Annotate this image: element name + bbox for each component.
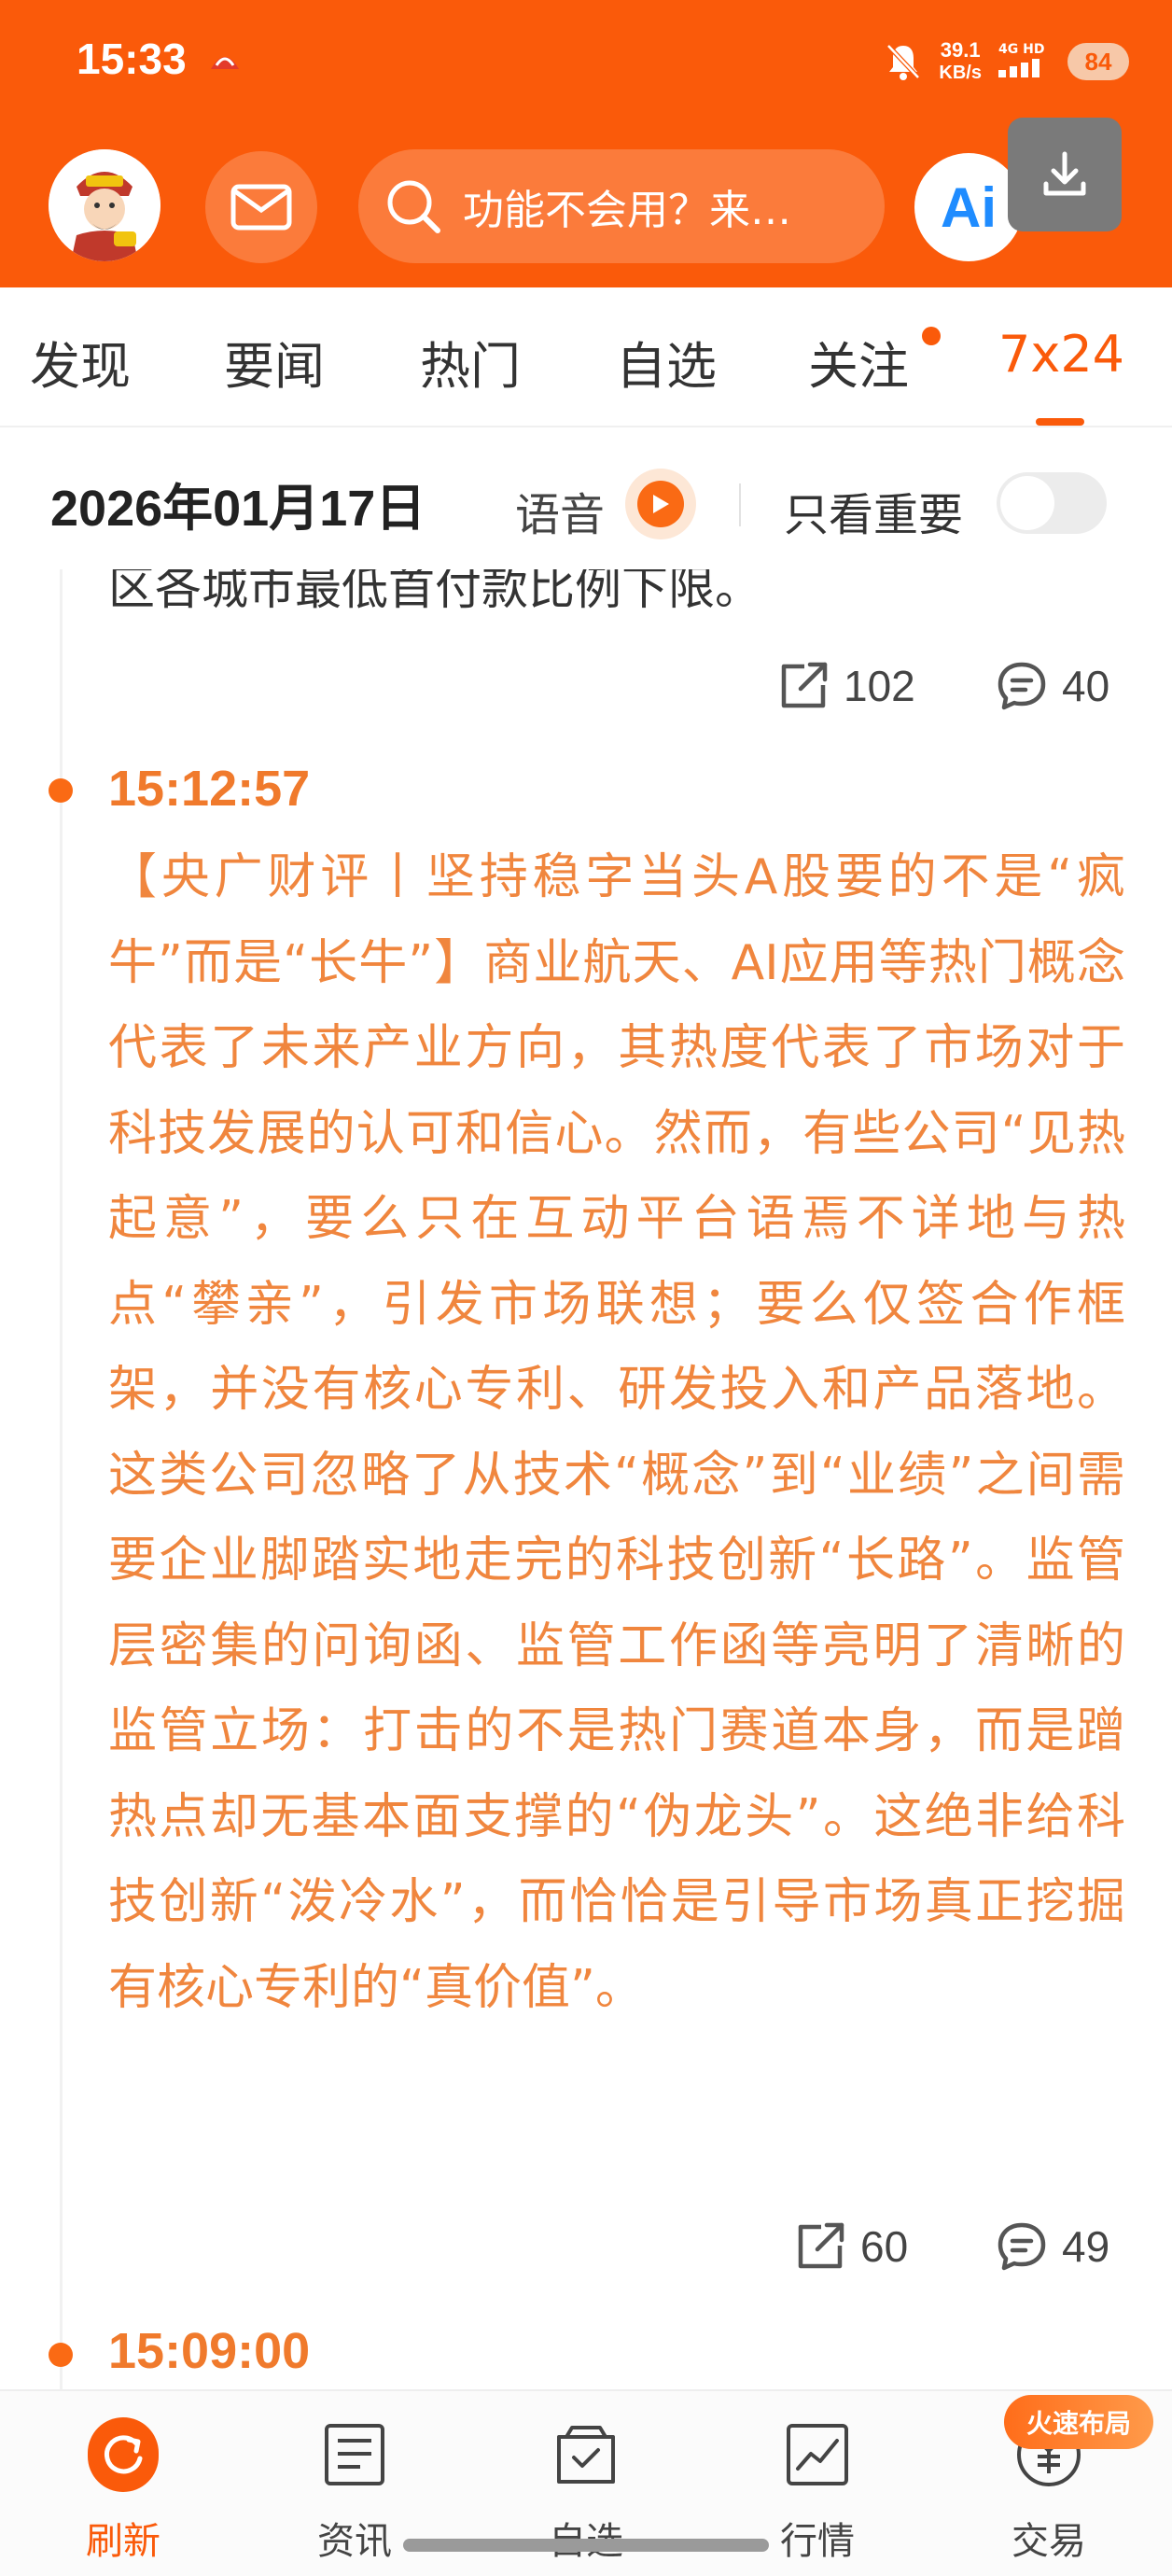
- tab-hot[interactable]: 热门: [420, 325, 521, 399]
- ai-label: Ai: [941, 175, 997, 239]
- network-speed: 39.1 KB/s: [939, 39, 982, 84]
- news-share-action[interactable]: 60: [793, 2219, 908, 2274]
- notification-app-icon: [211, 57, 239, 69]
- nav-market[interactable]: 行情: [752, 2419, 883, 2565]
- download-button[interactable]: [1008, 118, 1122, 231]
- ai-assistant-button[interactable]: Ai: [914, 153, 1023, 261]
- comment-icon: [998, 662, 1046, 710]
- home-indicator[interactable]: [403, 2539, 769, 2552]
- speed-unit: KB/s: [939, 63, 982, 83]
- share-count: 102: [844, 662, 915, 710]
- search-placeholder: 功能不会用？来…: [463, 187, 791, 234]
- date-bar: 2026年01月17日 语音 只看重要: [0, 429, 1172, 569]
- search-icon: [387, 180, 440, 233]
- status-time: 15:33: [77, 35, 187, 83]
- share-icon: [781, 662, 828, 708]
- play-icon: [653, 495, 669, 513]
- previous-item-text: 区各城市最低首付款比例下限。: [108, 569, 761, 615]
- timeline-line: [60, 569, 63, 2389]
- mascot-avatar-icon: [49, 149, 160, 261]
- promo-badge[interactable]: 火速布局: [1004, 2395, 1153, 2449]
- user-avatar[interactable]: [49, 149, 160, 261]
- watchlist-icon: [551, 2419, 621, 2490]
- nav-news-label: 资讯: [317, 2520, 392, 2563]
- news-time: 15:12:57: [108, 761, 311, 817]
- following-unread-dot: [922, 327, 941, 345]
- voice-play-inner: [637, 481, 684, 527]
- search-bar[interactable]: 功能不会用？来…: [358, 149, 885, 263]
- voice-label: 语音: [515, 489, 606, 541]
- voice-play-button[interactable]: [625, 469, 696, 539]
- comment-icon: [998, 2222, 1046, 2271]
- battery-indicator: 84: [1067, 43, 1129, 80]
- nav-watchlist-label: 自选: [521, 2511, 651, 2565]
- news-icon: [319, 2419, 390, 2490]
- nav-refresh-label: 刷新: [86, 2520, 160, 2563]
- tab-discover[interactable]: 发现: [30, 325, 131, 399]
- app-header: 15:33 39.1 KB/s 4G HD 84 功能不会用？来… Ai: [0, 0, 1172, 287]
- nav-news[interactable]: 资讯: [289, 2419, 420, 2565]
- news-feed: 区各城市最低首付款比例下限。 102 40 15:12:57 【央广财评丨坚持稳…: [0, 569, 1172, 2389]
- comment-count: 40: [1062, 662, 1110, 710]
- nav-market-label: 行情: [780, 2520, 855, 2563]
- speed-value: 39.1: [940, 38, 981, 62]
- share-count: 60: [860, 2222, 909, 2271]
- signal-icon: [998, 59, 1039, 77]
- status-right-group: 39.1 KB/s 4G HD 84: [885, 35, 1129, 88]
- nav-refresh[interactable]: 刷新: [58, 2417, 188, 2565]
- timeline-bullet: [49, 2343, 73, 2367]
- nav-trade-label: 交易: [1012, 2520, 1086, 2563]
- important-only-toggle[interactable]: [997, 472, 1107, 534]
- share-icon: [798, 2222, 844, 2269]
- download-icon: [1043, 151, 1086, 196]
- category-tabs: 发现 要闻 热门 自选 关注 7x24: [0, 287, 1172, 427]
- comment-count: 49: [1062, 2222, 1110, 2271]
- important-only-label: 只看重要: [784, 489, 964, 541]
- news-time: 15:09:00: [108, 2323, 311, 2379]
- status-bar: 15:33 39.1 KB/s 4G HD 84: [0, 0, 1172, 121]
- tab-watchlist[interactable]: 自选: [616, 325, 717, 399]
- active-tab-indicator: [1036, 418, 1084, 426]
- tab-headlines[interactable]: 要闻: [224, 325, 325, 399]
- tab-following[interactable]: 关注: [808, 325, 909, 399]
- feed-date: 2026年01月17日: [50, 481, 426, 537]
- refresh-icon: [88, 2417, 159, 2492]
- network-label: 4G HD: [998, 42, 1045, 57]
- network-indicator: 4G HD: [998, 42, 1051, 81]
- date-bar-divider: [739, 483, 741, 526]
- mail-icon: [230, 184, 292, 231]
- message-button[interactable]: [205, 151, 317, 263]
- tab-7x24[interactable]: 7x24: [998, 325, 1124, 384]
- timeline-bullet: [49, 778, 73, 803]
- previous-comment-action[interactable]: 40: [995, 659, 1109, 713]
- previous-share-action[interactable]: 102: [776, 659, 915, 713]
- news-body[interactable]: 【央广财评丨坚持稳字当头A股要的不是“疯牛”而是“长牛”】商业航天、AI应用等热…: [108, 835, 1125, 2031]
- toggle-knob: [1000, 476, 1054, 530]
- mute-icon: [886, 44, 921, 80]
- news-comment-action[interactable]: 49: [995, 2219, 1109, 2274]
- nav-refresh-icon-wrap: [88, 2417, 159, 2492]
- market-icon: [782, 2419, 853, 2490]
